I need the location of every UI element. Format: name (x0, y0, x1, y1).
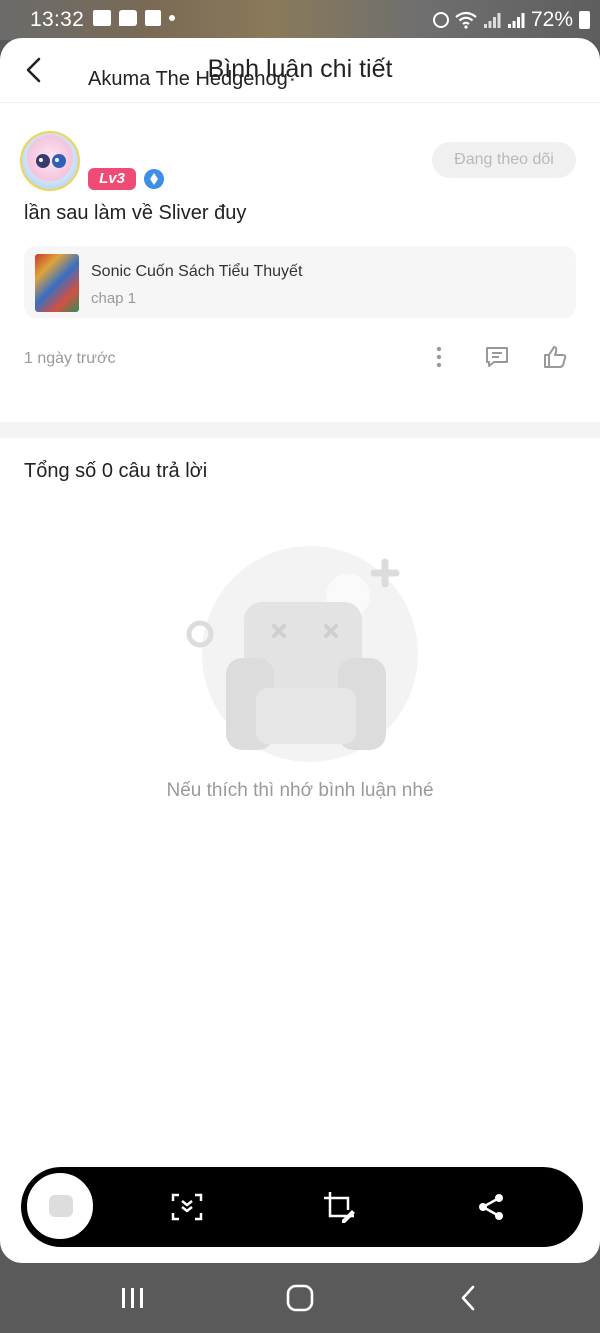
like-icon (544, 346, 567, 368)
screenshot-toolbar (21, 1167, 583, 1247)
screenshot-thumbnail[interactable] (25, 1171, 95, 1241)
follow-button[interactable]: Đang theo dõi (432, 142, 576, 178)
rank-badge-icon (144, 169, 164, 189)
back-nav-icon (461, 1285, 475, 1311)
more-button[interactable] (424, 342, 454, 372)
comment-detail-sheet: Bình luận chi tiết Akuma The Hedgehog Lv… (0, 38, 600, 1263)
signal-icon (507, 13, 525, 28)
wifi-icon (455, 11, 477, 29)
share-button[interactable] (471, 1187, 511, 1227)
recent-apps-button[interactable] (113, 1283, 153, 1313)
scroll-capture-button[interactable] (167, 1187, 207, 1227)
crop-edit-button[interactable] (319, 1187, 359, 1227)
username[interactable]: Akuma The Hedgehog (88, 68, 288, 91)
home-button[interactable] (280, 1283, 320, 1313)
comment-text: lần sau làm về Sliver đuy (24, 202, 247, 224)
scroll-capture-icon (171, 1193, 203, 1221)
system-nav-bar (0, 1263, 600, 1333)
book-title: Sonic Cuốn Sách Tiểu Thuyết (91, 263, 303, 280)
reply-button[interactable] (482, 342, 512, 372)
battery-icon (579, 11, 590, 29)
level-badge: Lv3 (88, 168, 136, 190)
recent-apps-icon (122, 1288, 143, 1308)
battery-percent: 72% (530, 8, 573, 31)
book-chapter: chap 1 (91, 290, 137, 307)
empty-sofa-icon (186, 546, 418, 762)
dot-icon (169, 15, 175, 21)
status-bar: 13:32 72% (0, 0, 600, 40)
back-nav-button[interactable] (448, 1283, 488, 1313)
book-card[interactable]: Sonic Cuốn Sách Tiểu Thuyết chap 1 (24, 246, 576, 318)
reply-count: Tổng số 0 câu trả lời (24, 460, 208, 482)
home-icon (286, 1284, 314, 1312)
section-divider (0, 422, 600, 438)
more-icon (436, 346, 442, 368)
status-time: 13:32 (30, 8, 85, 31)
message-icon (119, 10, 137, 26)
signal-icon (483, 13, 501, 28)
crop-edit-icon (324, 1192, 355, 1223)
comment-time: 1 ngày trước (24, 350, 116, 367)
empty-message: Nếu thích thì nhớ bình luận nhé (166, 780, 434, 801)
share-icon (479, 1194, 503, 1220)
gallery-icon (93, 10, 111, 26)
avatar[interactable] (20, 131, 80, 191)
alarm-icon (432, 12, 449, 28)
like-button[interactable] (540, 342, 570, 372)
avatar-character-icon (36, 154, 66, 168)
book-cover (35, 254, 79, 312)
facebook-icon (145, 10, 161, 26)
reply-icon (486, 347, 508, 367)
